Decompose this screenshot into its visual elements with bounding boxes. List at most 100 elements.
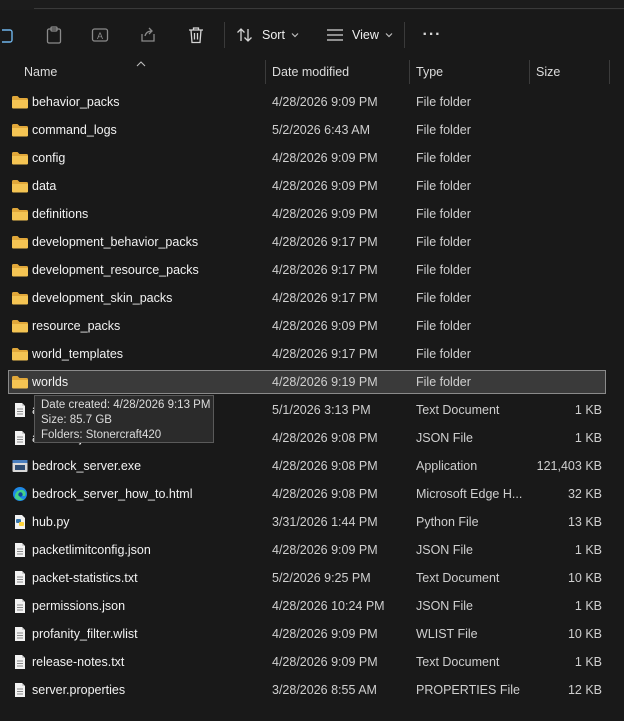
column-type[interactable]: Type — [416, 58, 526, 86]
paste-button[interactable] — [40, 12, 68, 58]
file-date-modified: 3/28/2026 8:55 AM — [272, 683, 377, 697]
sort-icon — [237, 28, 252, 42]
file-type: Application — [416, 459, 478, 473]
toolbar-separator — [404, 22, 405, 48]
rename-icon: A — [91, 28, 109, 42]
file-row[interactable]: resource_packs 4/28/2026 9:09 PM File fold… — [8, 314, 606, 338]
file-row[interactable]: release-notes.txt 4/28/2026 9:09 PM Text D… — [8, 650, 606, 674]
column-divider[interactable] — [265, 60, 266, 84]
file-type: Text Document — [416, 571, 500, 585]
file-row[interactable]: development_behavior_packs 4/28/2026 9:17… — [8, 230, 606, 254]
file-size: 32 KB — [567, 487, 602, 501]
file-row[interactable]: command_logs 5/2/2026 6:43 AM File folder — [8, 118, 606, 142]
file-name: permissions.json — [32, 599, 126, 613]
column-date-modified[interactable]: Date modified — [272, 58, 406, 86]
file-row[interactable]: development_resource_packs 4/28/2026 9:17… — [8, 258, 606, 282]
sort-button[interactable]: Sort — [236, 12, 306, 58]
file-date-modified: 4/28/2026 9:09 PM — [272, 151, 378, 165]
copy-button[interactable] — [0, 12, 16, 58]
column-size[interactable]: Size — [536, 58, 606, 86]
file-name: behavior_packs — [32, 95, 120, 109]
tooltip-size: Size: 85.7 GB — [41, 414, 112, 426]
document-icon — [11, 542, 29, 558]
file-row[interactable]: worlds 4/28/2026 9:19 PM File folder — [8, 370, 606, 394]
folder-icon — [11, 318, 29, 334]
file-size: 1 KB — [574, 403, 602, 417]
document-icon — [11, 626, 29, 642]
file-row[interactable]: permissions.json 4/28/2026 10:24 PM JSON F… — [8, 594, 606, 618]
file-type: File folder — [416, 95, 471, 109]
file-row[interactable]: behavior_packs 4/28/2026 9:09 PM File fold… — [8, 90, 606, 114]
file-row[interactable]: development_skin_packs 4/28/2026 9:17 PM F… — [8, 286, 606, 310]
document-icon — [11, 598, 29, 614]
file-date-modified: 5/1/2026 3:13 PM — [272, 403, 371, 417]
file-date-modified: 4/28/2026 9:17 PM — [272, 263, 378, 277]
file-row[interactable]: config 4/28/2026 9:09 PM File folder — [8, 146, 606, 170]
file-type: File folder — [416, 319, 471, 333]
file-date-modified: 5/2/2026 6:43 AM — [272, 123, 370, 137]
column-name[interactable]: Name — [24, 58, 262, 86]
file-date-modified: 4/28/2026 9:09 PM — [272, 319, 378, 333]
more-options-button[interactable]: ··· — [416, 12, 448, 58]
folder-icon — [11, 346, 29, 362]
view-button[interactable]: View — [326, 12, 396, 58]
file-date-modified: 5/2/2026 9:25 PM — [272, 571, 371, 585]
file-date-modified: 4/28/2026 10:24 PM — [272, 599, 385, 613]
share-icon — [141, 27, 155, 42]
trash-icon — [189, 27, 203, 44]
file-name: bedrock_server.exe — [32, 459, 142, 473]
file-row[interactable]: server.properties 3/28/2026 8:55 AM PROPER… — [8, 678, 606, 702]
file-name: hub.py — [32, 515, 70, 529]
folder-icon — [11, 122, 29, 138]
application-icon — [11, 458, 29, 474]
file-row[interactable]: profanity_filter.wlist 4/28/2026 9:09 PM W… — [8, 622, 606, 646]
python-icon — [11, 514, 29, 530]
folder-icon — [11, 290, 29, 306]
column-divider[interactable] — [609, 60, 610, 84]
rename-button[interactable]: A — [86, 12, 114, 58]
folder-icon — [11, 178, 29, 194]
file-row[interactable]: world_templates 4/28/2026 9:17 PM File fol… — [8, 342, 606, 366]
file-type: File folder — [416, 207, 471, 221]
share-button[interactable] — [134, 12, 162, 58]
file-row[interactable]: bedrock_server_how_to.html 4/28/2026 9:08… — [8, 482, 606, 506]
file-row[interactable]: packet-statistics.txt 5/2/2026 9:25 PM Tex… — [8, 566, 606, 590]
file-type: JSON File — [416, 599, 473, 613]
file-name: development_skin_packs — [32, 291, 173, 305]
file-date-modified: 4/28/2026 9:09 PM — [272, 207, 378, 221]
column-divider[interactable] — [409, 60, 410, 84]
file-type: Text Document — [416, 655, 500, 669]
file-name: definitions — [32, 207, 89, 221]
file-row[interactable]: packetlimitconfig.json 4/28/2026 9:09 PM J… — [8, 538, 606, 562]
file-type: File folder — [416, 123, 471, 137]
view-label: View — [352, 28, 379, 42]
file-date-modified: 4/28/2026 9:09 PM — [272, 179, 378, 193]
file-size: 1 KB — [574, 431, 602, 445]
file-row[interactable]: hub.py 3/31/2026 1:44 PM Python File 13 KB — [8, 510, 606, 534]
file-type: WLIST File — [416, 627, 478, 641]
file-date-modified: 4/28/2026 9:08 PM — [272, 431, 378, 445]
file-name: config — [32, 151, 66, 165]
file-date-modified: 4/28/2026 9:08 PM — [272, 487, 378, 501]
file-name: profanity_filter.wlist — [32, 627, 138, 641]
folder-icon — [11, 234, 29, 250]
view-icon — [327, 29, 343, 41]
file-size: 13 KB — [567, 515, 602, 529]
document-icon — [11, 682, 29, 698]
file-type: File folder — [416, 235, 471, 249]
file-date-modified: 4/28/2026 9:17 PM — [272, 291, 378, 305]
column-divider[interactable] — [529, 60, 530, 84]
file-type: File folder — [416, 347, 471, 361]
file-type: Microsoft Edge H... — [416, 487, 523, 501]
folder-info-tooltip: Date created: 4/28/2026 9:13 PM Size: 85… — [34, 395, 214, 443]
file-row[interactable]: data 4/28/2026 9:09 PM File folder — [8, 174, 606, 198]
command-bar: A Sort View ··· — [0, 12, 624, 58]
paste-icon — [46, 26, 62, 44]
delete-button[interactable] — [182, 12, 210, 58]
file-row[interactable]: bedrock_server.exe 4/28/2026 9:08 PM Appli… — [8, 454, 606, 478]
file-row[interactable]: definitions 4/28/2026 9:09 PM File folder — [8, 202, 606, 226]
document-icon — [11, 654, 29, 670]
document-icon — [11, 430, 29, 446]
file-name: packetlimitconfig.json — [32, 543, 151, 557]
edge-icon — [11, 486, 29, 502]
